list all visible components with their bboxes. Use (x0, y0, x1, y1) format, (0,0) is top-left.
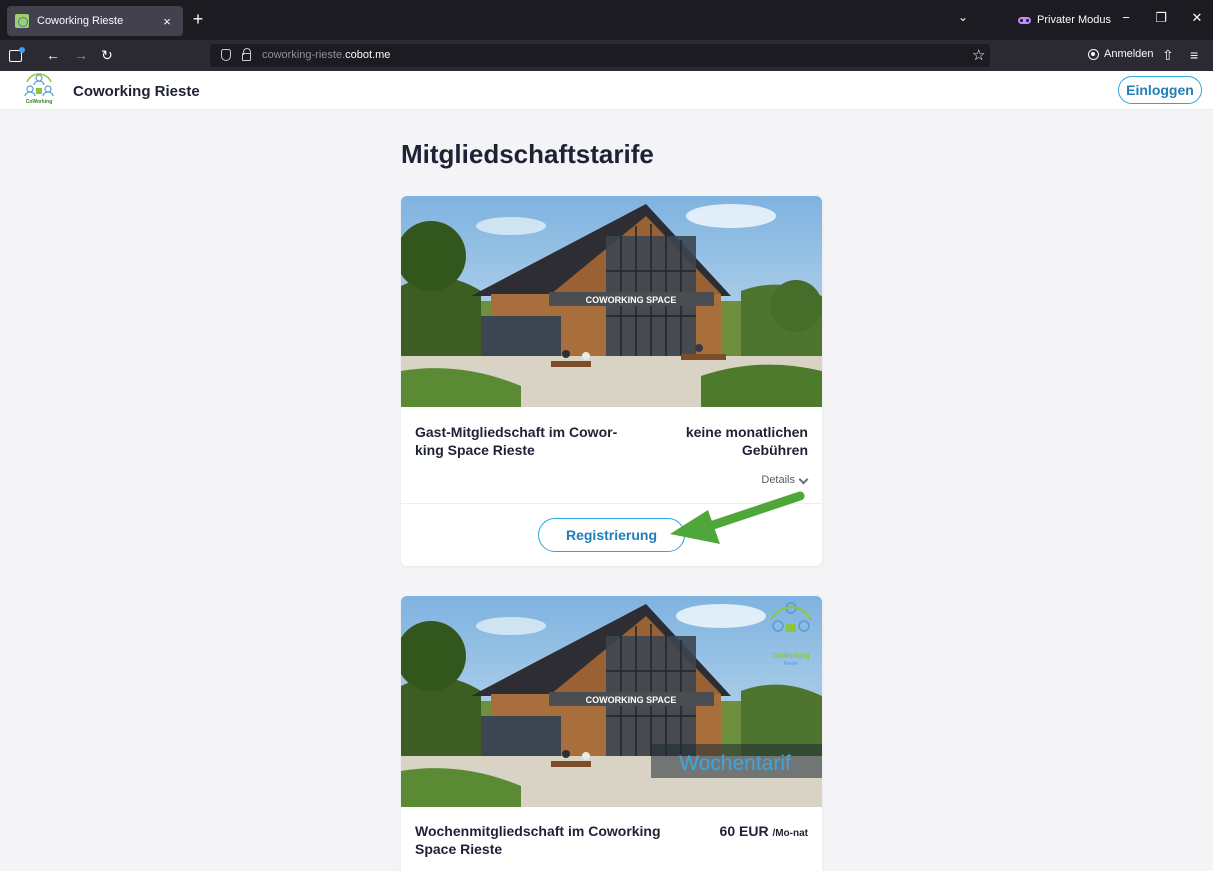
tariff-price-container: 60 EUR /Mo-nat (708, 822, 808, 843)
overlay-logo-text: CoWorking (772, 653, 809, 660)
private-mask-icon (1018, 16, 1031, 24)
tab-close-icon[interactable]: × (159, 14, 175, 29)
account-button[interactable]: Anmelden (1088, 48, 1154, 60)
account-user-icon (1088, 48, 1099, 60)
hamburger-menu-icon[interactable]: ≡ (1190, 47, 1198, 63)
url-bar[interactable]: coworking-rieste.cobot.me ☆ (210, 44, 990, 67)
tracking-protection-shield-icon[interactable] (221, 49, 231, 61)
coworking-rieste-logo[interactable]: CoWorking (22, 73, 56, 107)
tab-title: Coworking Rieste (37, 15, 124, 27)
site-title[interactable]: Coworking Rieste (73, 83, 200, 100)
browser-tab[interactable]: Coworking Rieste × (7, 6, 183, 36)
browser-tab-strip: Coworking Rieste × + ⌄ Privater Modus − … (0, 0, 1213, 40)
login-button[interactable]: Einloggen (1118, 76, 1202, 104)
membership-card-guest: COWORKING SPACE Gast-Mitgliedschaft im C… (401, 196, 822, 566)
tariff-name: Wochenmitgliedschaft im Coworking Space … (415, 823, 661, 857)
site-favicon-icon (15, 14, 29, 28)
extensions-icon[interactable]: ⇧ (1162, 47, 1174, 64)
tariff-price-unit: /Mo-nat (772, 828, 808, 839)
site-header: CoWorking Coworking Rieste Einloggen (0, 71, 1213, 110)
logo-text: CoWorking (26, 99, 53, 105)
coworking-building-image: COWORKING SPACE (401, 196, 822, 407)
tariff-price: 60 EUR (719, 823, 769, 839)
forward-arrow-icon[interactable]: → (72, 47, 90, 64)
reload-icon[interactable]: ↻ (98, 47, 116, 64)
image-sign-text: COWORKING SPACE (586, 295, 677, 305)
list-tabs-chevron-icon[interactable]: ⌄ (958, 10, 968, 24)
membership-card-weekly: COWORKING SPACE CoWorking Rieste Wochent… (401, 596, 822, 871)
coworking-building-image: COWORKING SPACE CoWorking Rieste Wochent… (401, 596, 822, 807)
bookmark-star-icon[interactable]: ☆ (972, 46, 985, 64)
sidebar-toggle-icon[interactable] (9, 47, 25, 62)
details-toggle[interactable]: Details (761, 474, 808, 486)
new-tab-button[interactable]: + (188, 9, 208, 30)
page-title: Mitgliedschaftstarife (401, 139, 654, 169)
url-prefix: coworking-rieste. (262, 49, 346, 61)
tariff-price: keine monatlichen Gebühren (685, 424, 808, 458)
account-label: Anmelden (1104, 48, 1154, 60)
window-minimize-button[interactable]: − (1117, 10, 1135, 25)
window-close-button[interactable]: ✕ (1188, 10, 1206, 26)
private-mode-indicator: Privater Modus (1018, 14, 1111, 26)
private-mode-label: Privater Modus (1037, 14, 1111, 26)
register-button[interactable]: Registrierung (538, 518, 685, 552)
image-badge-text: Wochentarif (679, 752, 791, 775)
card-divider (401, 503, 822, 504)
url-text[interactable]: coworking-rieste.cobot.me (262, 49, 390, 61)
browser-navigation-bar: ← → ↻ coworking-rieste.cobot.me ☆ Anmeld… (0, 40, 1213, 71)
window-restore-button[interactable]: ❐ (1152, 10, 1170, 26)
url-domain: cobot.me (345, 49, 391, 61)
back-arrow-icon[interactable]: ← (44, 47, 62, 64)
image-sign-text: COWORKING SPACE (586, 695, 677, 705)
overlay-logo-subtext: Rieste (784, 661, 798, 667)
secure-lock-icon[interactable] (242, 48, 251, 61)
chevron-down-icon (799, 476, 808, 485)
tariff-name: Gast-Mitgliedschaft im Cowor-king Space … (415, 424, 618, 458)
details-label: Details (761, 474, 795, 486)
